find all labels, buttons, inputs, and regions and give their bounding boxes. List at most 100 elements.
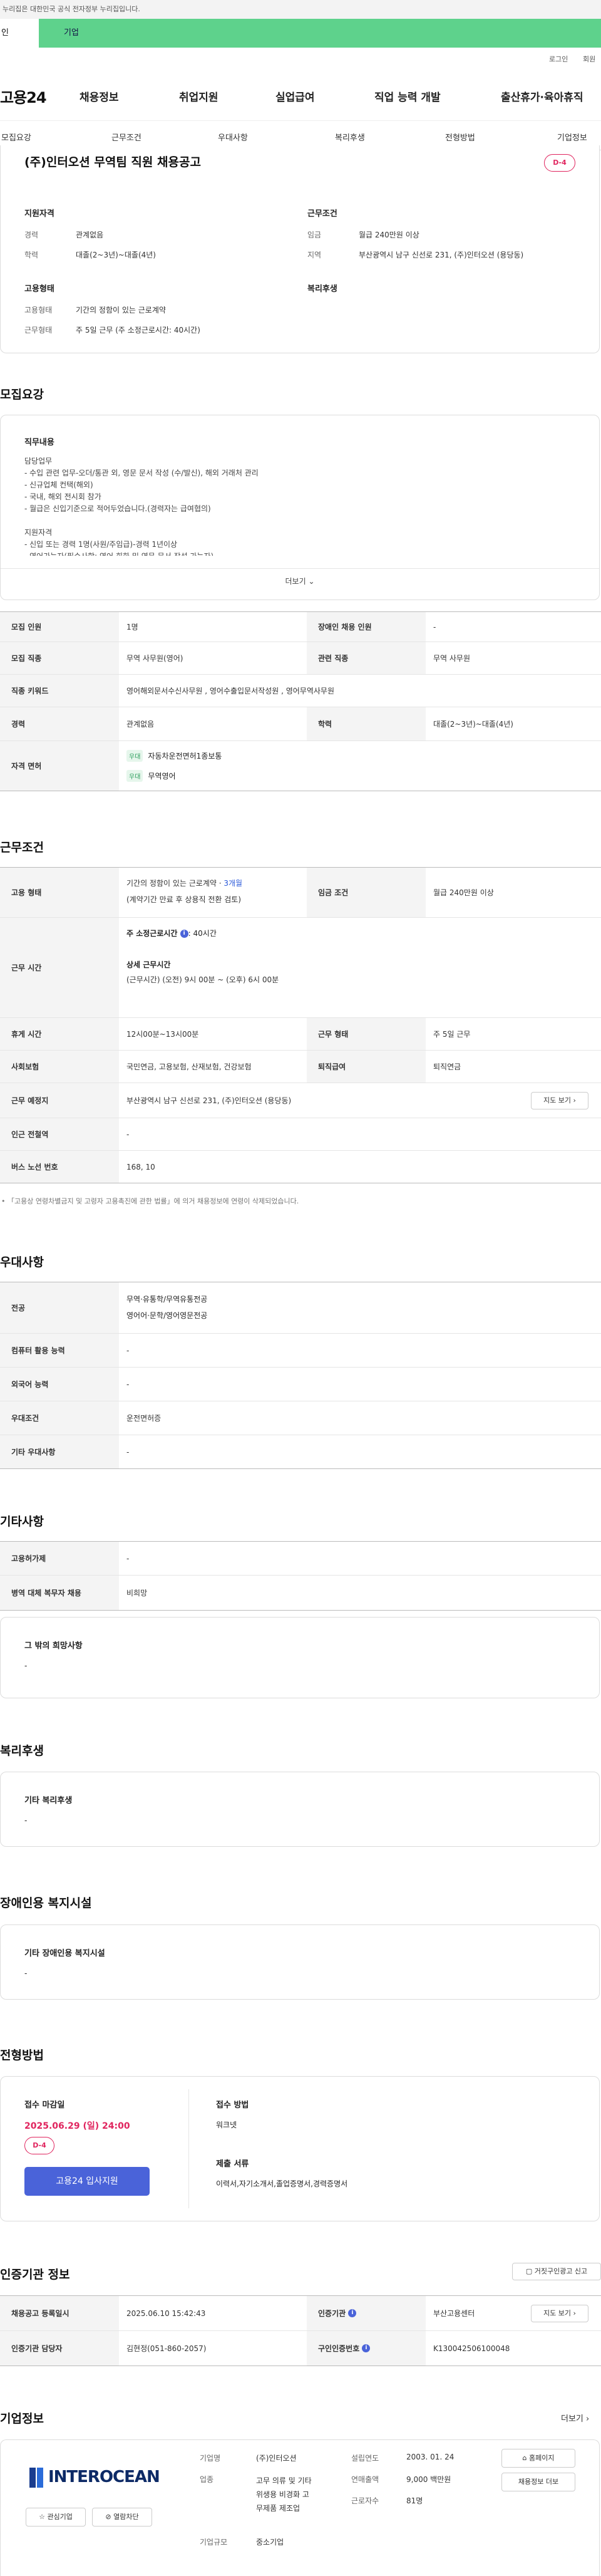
job-line: - 영어가능자(필수사항: 영어 회화 및 영문 문서 작성 가능자) — [24, 551, 575, 556]
career-label: 경력 — [24, 231, 39, 239]
td-wage: 월급 240만원 이상 — [433, 888, 494, 897]
nav-work[interactable]: 근무조건 — [111, 131, 141, 143]
edu-label: 학력 — [24, 251, 39, 259]
deadline-title: 접수 마감일 — [24, 2101, 65, 2110]
major-1: 무역·유통학/무역유통전공 — [126, 1295, 208, 1304]
license-item: 우대 자동차운전면허1종보통 — [126, 750, 222, 762]
th-work-form: 근무 형태 — [307, 1018, 426, 1050]
nav-company[interactable]: 기업정보 — [557, 131, 587, 143]
company-jobs-button[interactable]: 채용정보 더보 — [501, 2473, 575, 2491]
td-computer: - — [126, 1346, 130, 1355]
job-line: - 신규업체 컨택(해외) — [24, 480, 93, 489]
table-row: 채용공고 등록일시 2025.06.10 15:42:43 인증기관 i 부산고… — [0, 2296, 601, 2331]
table-row: 인증기관 담당자 김현정(051-860-2057) 구인인증번호 i K130… — [0, 2331, 601, 2366]
gnb-parental-leave[interactable]: 출산휴가·육아휴직 — [501, 88, 583, 104]
cert-section-title: 인증기관 정보 — [0, 2268, 70, 2282]
work-section-title: 근무조건 — [0, 841, 44, 854]
th-pref-etc: 기타 우대사항 — [0, 1435, 119, 1468]
map-button[interactable]: 지도 보기 › — [531, 1092, 588, 1109]
sales-value: 9,000 백만원 — [406, 2475, 451, 2484]
th-edu: 학력 — [307, 707, 426, 740]
block-icon: ⊘ — [105, 2513, 111, 2521]
company-section-title: 기업정보 — [0, 2412, 44, 2426]
gnb-jobs[interactable]: 채용정보 — [80, 88, 119, 104]
nav-pref[interactable]: 우대사항 — [218, 131, 248, 143]
table-row: 경력 관계없음 학력 대졸(2~3년)~대졸(4년) — [0, 707, 601, 741]
chevron-down-icon: ⌄ — [308, 577, 315, 586]
td-insurance: 국민연금, 고용보험, 산재보험, 건강보험 — [126, 1062, 252, 1071]
td-reg-date: 2025.06.10 15:42:43 — [126, 2309, 206, 2318]
report-button[interactable]: ▢ 거짓구인광고 신고 — [512, 2263, 601, 2280]
td-rest: 12시00분~13시00분 — [126, 1030, 199, 1039]
th-major: 전공 — [0, 1282, 119, 1333]
info-icon[interactable]: i — [180, 930, 188, 938]
favorite-button[interactable]: ☆ 관심기업 — [26, 2508, 86, 2527]
chevron-right-icon: › — [573, 1096, 576, 1104]
th-job: 모집 직종 — [0, 642, 119, 674]
th-rest: 휴게 시간 — [0, 1018, 119, 1050]
nav-selection[interactable]: 전형방법 — [445, 131, 475, 143]
table-row: 모집 인원 1명 장애인 채용 인원 - — [0, 612, 601, 642]
nav-recruit[interactable]: 모집요강 — [1, 131, 31, 143]
join-link[interactable]: 회원 — [583, 54, 595, 64]
gnb-unemployment-benefit[interactable]: 실업급여 — [275, 88, 315, 104]
login-link[interactable]: 로그인 — [549, 54, 568, 64]
age-notice: • 「고용상 연령차별금지 및 고령자 고용촉진에 관한 법률」에 의거 채용정… — [1, 1197, 299, 1205]
weekly-hours: 주 소정근로시간 i: 40시간 — [126, 928, 217, 938]
gnb-vocational-training[interactable]: 직업 능력 개발 — [374, 88, 441, 104]
td-cert-num: K130042506100048 — [433, 2344, 510, 2353]
apply-button[interactable]: 고용24 입사지원 — [24, 2167, 150, 2196]
block-button[interactable]: ⊘ 열람차단 — [92, 2508, 152, 2527]
info-icon[interactable]: i — [348, 2309, 357, 2317]
pref-tag: 우대 — [126, 770, 143, 782]
company-card: INTEROCEAN ☆ 관심기업 ⊘ 열람차단 기업명 (주)인터오션 업종 … — [0, 2439, 600, 2576]
table-row: 우대조건 운전면허증 — [0, 1401, 601, 1435]
company-logo: INTEROCEAN — [27, 2465, 160, 2490]
site-logo[interactable]: 고용24 — [0, 85, 47, 107]
weekly-hours-value: : 40시간 — [188, 929, 217, 938]
cert-map-label: 지도 보기 — [543, 2309, 572, 2317]
size-label: 기업규모 — [200, 2538, 228, 2547]
table-row: 기타 우대사항 - — [0, 1435, 601, 1469]
contract-period: 3개월 — [223, 879, 243, 888]
th-military: 병역 대체 복무자 채용 — [0, 1576, 119, 1610]
tab-person[interactable]: 인 — [0, 19, 39, 48]
table-row: 직종 키워드 영어해외문서수신사무원 , 영어수출입문서작성원 , 영어무역사무… — [0, 675, 601, 707]
sales-label: 연매출액 — [351, 2475, 379, 2484]
favorite-label: 관심기업 — [47, 2513, 73, 2521]
wage-label: 임금 — [307, 231, 322, 239]
selection-card: 접수 마감일 2025.06.29 (일) 24:00 D-4 고용24 입사지… — [0, 2076, 600, 2221]
page-title: (주)인터오션 무역팀 직원 채용공고 — [24, 155, 201, 169]
gnb-employment-support[interactable]: 취업지원 — [179, 88, 218, 104]
worktype-value: 주 5일 근무 (주 소정근로시간: 40시간) — [76, 326, 200, 335]
emptype-value: 기간의 정함이 있는 근로계약 — [76, 306, 166, 314]
th-pref-cond: 우대조건 — [0, 1401, 119, 1435]
nav-welfare[interactable]: 복리후생 — [335, 131, 365, 143]
founded-label: 설립연도 — [351, 2454, 379, 2463]
company-logo-mark — [29, 2468, 43, 2488]
td-manager: 김현정(051-860-2057) — [126, 2344, 207, 2353]
tab-corp[interactable]: 기업 — [64, 19, 79, 48]
table-row: 고용 형태 기간의 정함이 있는 근로계약 · 3개월 (계약기간 만료 후 상… — [0, 868, 601, 918]
company-more-link[interactable]: 더보기 › — [561, 2412, 589, 2424]
method-value: 워크넷 — [216, 2121, 237, 2129]
homepage-button[interactable]: ⌂ 홈페이지 — [501, 2449, 575, 2468]
divider — [1, 568, 599, 569]
cert-map-button[interactable]: 지도 보기 › — [531, 2305, 588, 2322]
td-language: - — [126, 1379, 130, 1389]
disabled-card: 기타 장애인용 복지시설 - — [0, 1924, 600, 2000]
th-related-job: 관련 직종 — [307, 642, 426, 674]
th-permit: 고용허가제 — [0, 1542, 119, 1575]
more-button[interactable]: 더보기 ⌄ — [1, 576, 599, 586]
table-row: 버스 노선 번호 168, 10 — [0, 1151, 601, 1183]
th-license: 자격 면허 — [0, 741, 119, 791]
emptype-label: 고용형태 — [24, 306, 53, 314]
td-military: 비희망 — [126, 1589, 148, 1597]
summary-card: (주)인터오션 무역팀 직원 채용공고 D-4 지원자격 경력 관계없음 학력 … — [0, 145, 600, 353]
td-subway: - — [126, 1130, 130, 1139]
info-icon[interactable]: i — [362, 2344, 371, 2352]
career-value: 관계없음 — [76, 231, 104, 239]
disabled-section-title: 장애인용 복지시설 — [0, 1896, 92, 1910]
th-emp-type: 고용 형태 — [0, 868, 119, 917]
td-bus: 168, 10 — [126, 1162, 155, 1171]
